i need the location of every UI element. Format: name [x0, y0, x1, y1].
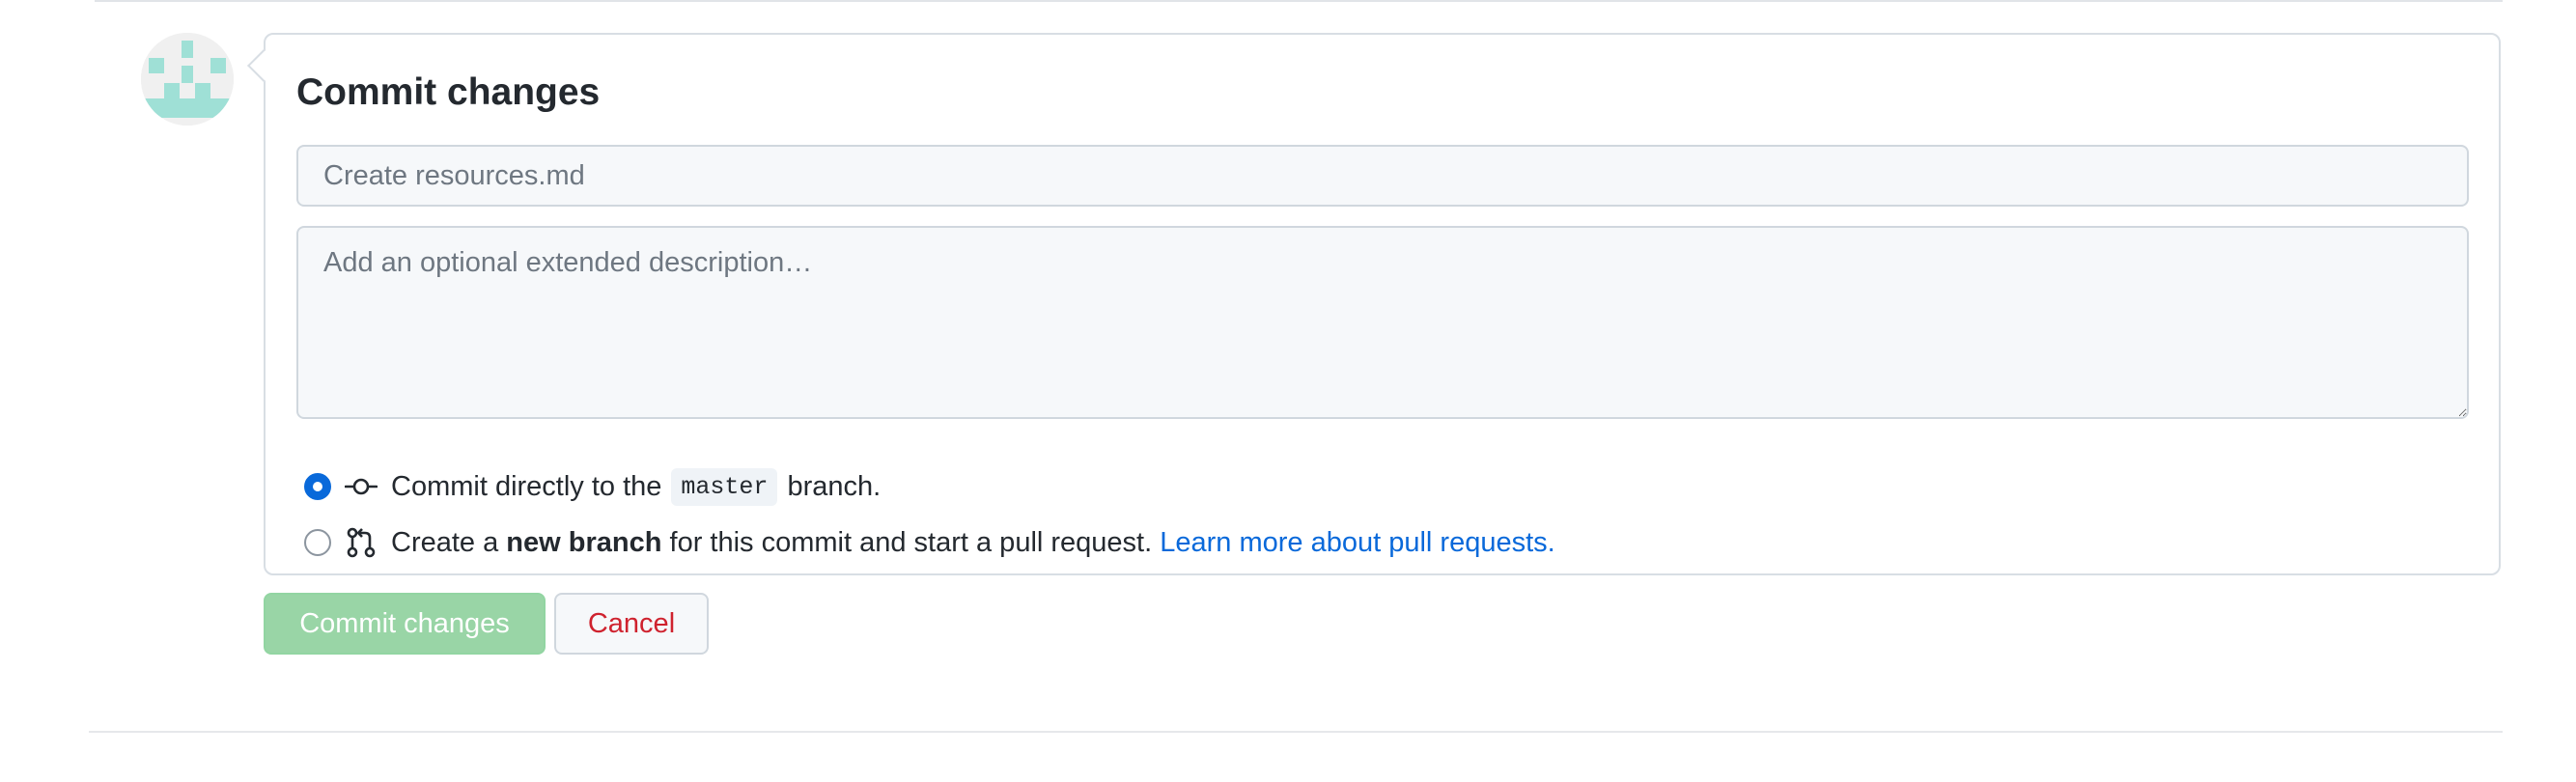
commit-direct-radio[interactable]: [304, 473, 331, 500]
commit-direct-text-end: branch.: [787, 470, 882, 502]
learn-more-pull-requests-link[interactable]: Learn more about pull requests.: [1160, 527, 1554, 559]
top-divider: [95, 0, 2503, 2]
cancel-button[interactable]: Cancel: [554, 593, 709, 655]
form-title: Commit changes: [296, 71, 601, 113]
comment-caret: [247, 49, 280, 82]
commit-direct-text: Commit directly to the: [391, 470, 662, 502]
git-commit-icon: [345, 470, 378, 503]
git-pull-request-icon: [345, 526, 378, 559]
new-branch-text-end: for this commit and start a pull request…: [669, 526, 1153, 558]
commit-changes-button[interactable]: Commit changes: [264, 593, 546, 655]
commit-summary-input[interactable]: [296, 145, 2469, 207]
branch-name: master: [671, 467, 778, 506]
commit-description-textarea[interactable]: [296, 226, 2469, 419]
new-branch-strong: new branch: [506, 526, 662, 558]
new-branch-option[interactable]: Create a new branch for this commit and …: [304, 523, 1555, 562]
avatar[interactable]: [141, 33, 234, 126]
identicon-image: [141, 33, 234, 126]
commit-direct-option[interactable]: Commit directly to the master branch.: [304, 467, 881, 506]
new-branch-text: Create a: [391, 526, 499, 558]
bottom-divider: [89, 731, 2503, 733]
commit-form: Commit changes Commit directly to the ma…: [247, 33, 2501, 575]
new-branch-radio[interactable]: [304, 529, 331, 556]
